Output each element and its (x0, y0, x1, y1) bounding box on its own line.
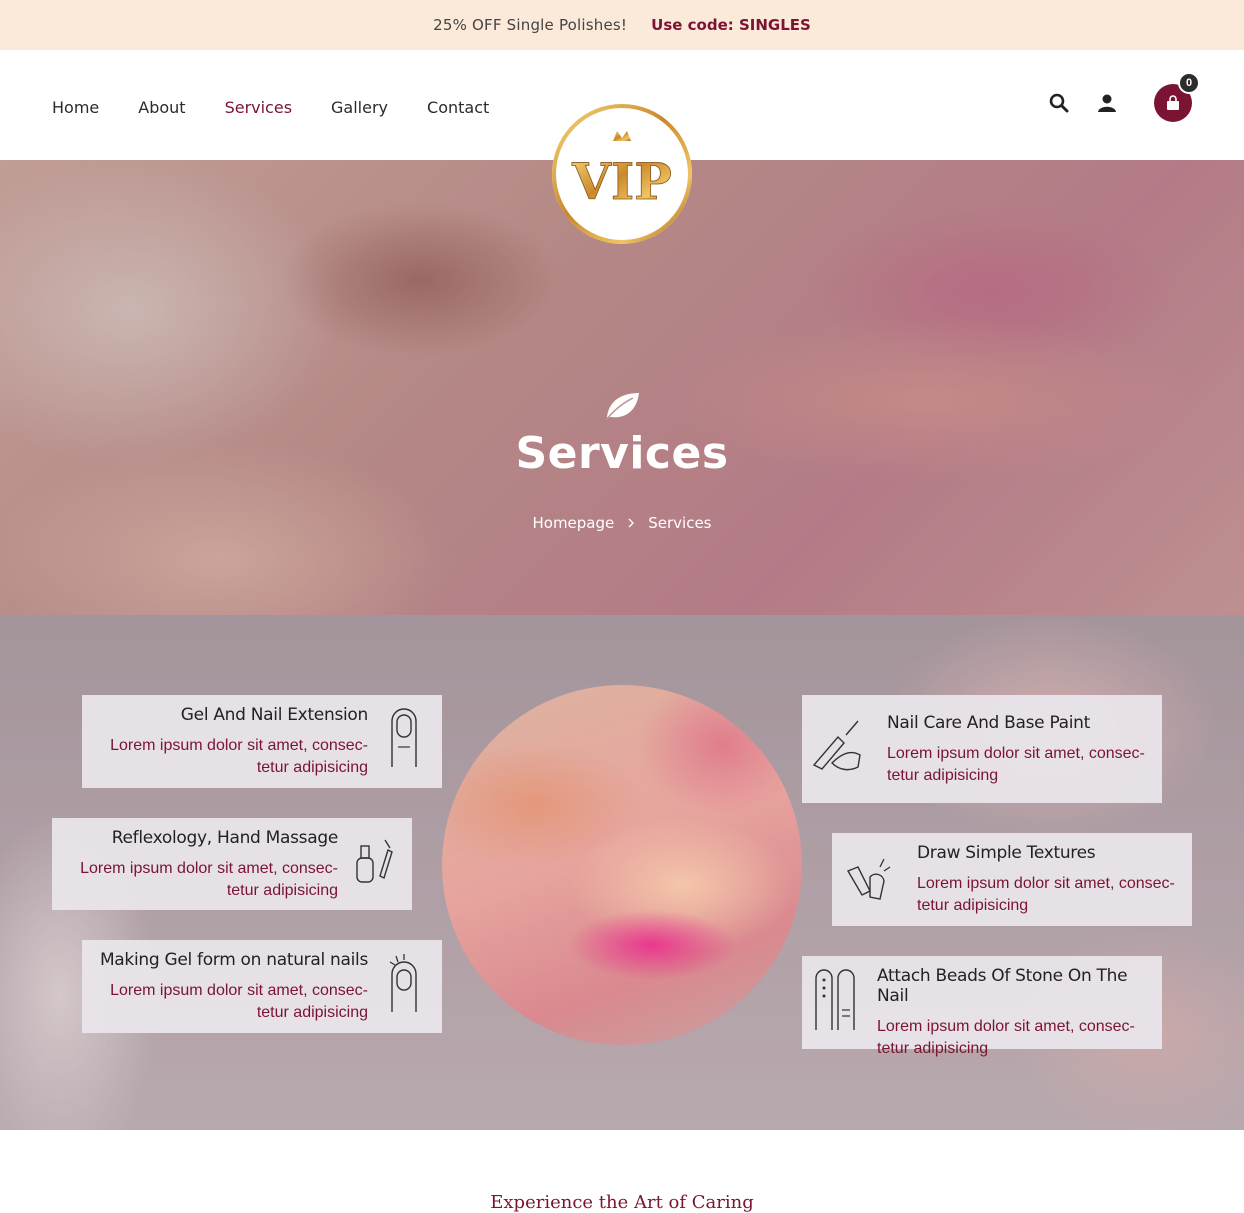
service-card-nail-care[interactable]: Nail Care And Base Paint Lorem ipsum dol… (802, 695, 1162, 803)
cart-count-badge: 0 (1178, 72, 1200, 94)
finger-sparkle-icon (389, 954, 417, 1012)
service-title: Draw Simple Textures (917, 843, 1096, 863)
user-icon[interactable] (1096, 92, 1118, 114)
promo-bar: 25% OFF Single Polishes! Use code: SINGL… (0, 0, 1244, 50)
service-desc: Lorem ipsum dolor sit amet, consec-tetur… (877, 1018, 1135, 1057)
search-icon[interactable] (1048, 92, 1070, 114)
nail-finger-icon (391, 708, 417, 767)
main-nav: Home About Services Gallery Contact (52, 98, 528, 117)
service-desc: Lorem ipsum dolor sit amet, consec-tetur… (80, 860, 338, 899)
page-title: Services (515, 428, 729, 479)
svg-text:VIP: VIP (571, 152, 672, 211)
cart-button[interactable]: 0 (1154, 72, 1200, 122)
section-tagline: Experience the Art of Caring (490, 1192, 754, 1213)
nav-home[interactable]: Home (52, 98, 99, 117)
services-section: Gel And Nail Extension Lorem ipsum dolor… (0, 615, 1244, 1130)
hand-texture-icon (846, 858, 891, 900)
nav-contact[interactable]: Contact (427, 98, 489, 117)
shopping-bag-icon (1167, 95, 1179, 110)
service-card-beads[interactable]: Attach Beads Of Stone On The Nail Lorem … (802, 956, 1162, 1057)
breadcrumb: Homepage Services (0, 514, 1244, 532)
service-title: Gel And Nail Extension (180, 705, 369, 725)
service-title: Attach Beads Of Stone On The Nail (877, 966, 1128, 1006)
nav-about[interactable]: About (138, 98, 185, 117)
breadcrumb-home[interactable]: Homepage (532, 514, 614, 532)
service-desc: Lorem ipsum dolor sit amet, consec-tetur… (917, 875, 1175, 914)
intro-section: Experience the Art of Caring (0, 1130, 1244, 1213)
nail-brush-icon (812, 720, 861, 771)
beaded-fingers-icon (815, 969, 855, 1030)
service-desc: Lorem ipsum dolor sit amet, consec-tetur… (887, 745, 1145, 784)
nav-gallery[interactable]: Gallery (331, 98, 388, 117)
vip-logo[interactable]: VIP (551, 101, 693, 247)
breadcrumb-current: Services (648, 514, 712, 532)
service-card-gel-form[interactable]: Making Gel form on natural nails Lorem i… (82, 940, 442, 1033)
service-card-gel-extension[interactable]: Gel And Nail Extension Lorem ipsum dolor… (82, 695, 442, 788)
service-desc: Lorem ipsum dolor sit amet, consec-tetur… (110, 982, 368, 1021)
service-title: Making Gel form on natural nails (99, 950, 368, 970)
nail-polish-bottles-icon (356, 839, 393, 883)
nav-services[interactable]: Services (225, 98, 292, 117)
service-desc: Lorem ipsum dolor sit amet, consec-tetur… (110, 737, 368, 776)
service-title: Reflexology, Hand Massage (111, 828, 339, 848)
service-title: Nail Care And Base Paint (887, 713, 1091, 733)
service-card-textures[interactable]: Draw Simple Textures Lorem ipsum dolor s… (832, 833, 1192, 926)
promo-message: 25% OFF Single Polishes! (433, 16, 628, 34)
leaf-icon (606, 393, 639, 420)
manicure-photo (442, 685, 802, 1045)
chevron-right-icon (628, 518, 635, 528)
header-actions: 0 (1048, 72, 1200, 122)
service-card-reflexology[interactable]: Reflexology, Hand Massage Lorem ipsum do… (52, 818, 412, 910)
promo-code: Use code: SINGLES (651, 16, 811, 34)
